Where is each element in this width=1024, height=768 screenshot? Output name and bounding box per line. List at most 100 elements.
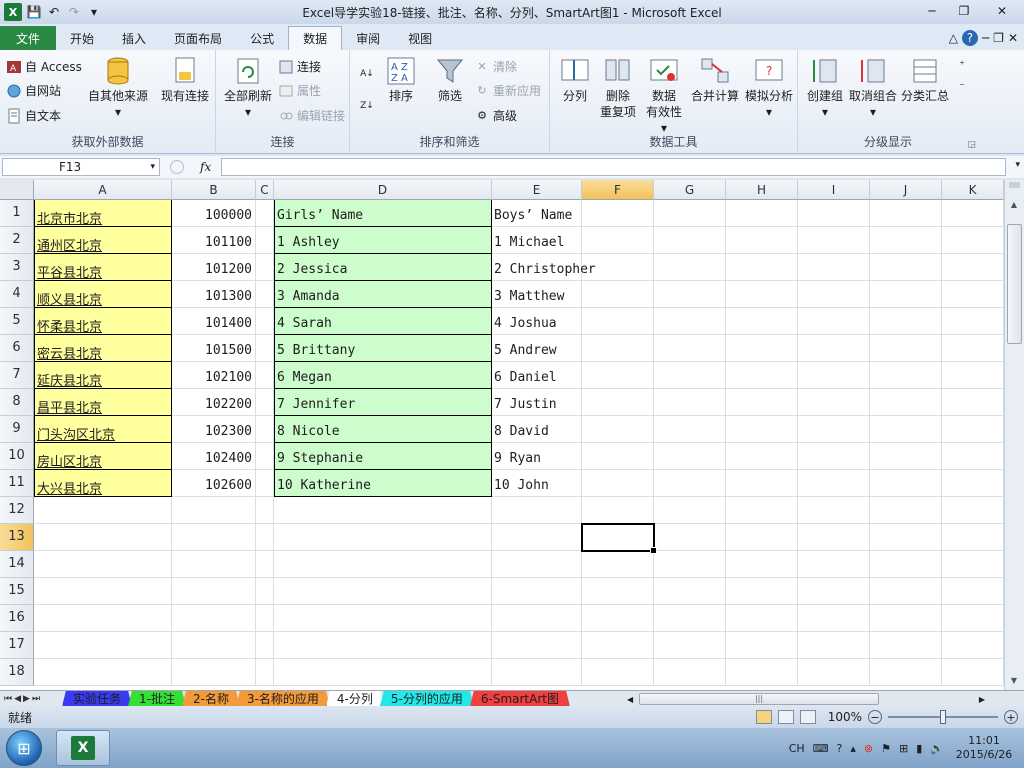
grid-cell[interactable] xyxy=(726,416,798,443)
sheet-tab-2[interactable]: 1-批注 xyxy=(128,691,186,707)
grid-cell[interactable] xyxy=(654,416,726,443)
grid-cell[interactable] xyxy=(798,335,870,362)
grid-cell[interactable] xyxy=(942,254,1004,281)
grid-cell[interactable] xyxy=(726,470,798,497)
column-header-E[interactable]: E xyxy=(492,180,582,200)
grid-cell[interactable] xyxy=(492,605,582,632)
row-header-6[interactable]: 6 xyxy=(0,335,34,362)
filter-button[interactable]: 筛选 xyxy=(430,56,470,104)
grid-cell[interactable] xyxy=(256,281,274,308)
grid-cell[interactable] xyxy=(654,524,726,551)
cell-B2[interactable]: 101100 xyxy=(172,227,256,254)
grid-cell[interactable] xyxy=(256,470,274,497)
connections-button[interactable]: 连接 xyxy=(278,58,321,75)
grid-cell[interactable] xyxy=(870,497,942,524)
vertical-scrollbar[interactable]: ▲ ▼ xyxy=(1004,180,1024,690)
row-header-14[interactable]: 14 xyxy=(0,551,34,578)
column-header-J[interactable]: J xyxy=(870,180,942,200)
cell-D11[interactable]: 10 Katherine xyxy=(274,470,492,497)
windows-flag-icon[interactable]: ⊞ xyxy=(899,742,908,755)
grid-cell[interactable] xyxy=(256,524,274,551)
grid-cell[interactable] xyxy=(726,335,798,362)
grid-cell[interactable] xyxy=(942,497,1004,524)
grid-cell[interactable] xyxy=(654,659,726,686)
grid-cell[interactable] xyxy=(582,362,654,389)
first-sheet-icon[interactable]: ⏮ xyxy=(4,694,12,704)
grid-cell[interactable] xyxy=(654,200,726,227)
grid-cell[interactable] xyxy=(172,659,256,686)
grid-cell[interactable] xyxy=(582,470,654,497)
cell-E1[interactable]: Boys’ Name xyxy=(492,200,582,227)
grid-cell[interactable] xyxy=(654,497,726,524)
ungroup-button[interactable]: 取消组合 ▾ xyxy=(848,56,898,120)
cell-D6[interactable]: 5 Brittany xyxy=(274,335,492,362)
grid-cell[interactable] xyxy=(726,362,798,389)
grid-cell[interactable] xyxy=(798,281,870,308)
zoom-slider-thumb[interactable] xyxy=(940,710,946,724)
group-button[interactable]: 创建组 ▾ xyxy=(802,56,848,120)
grid-cell[interactable] xyxy=(582,443,654,470)
grid-cell[interactable] xyxy=(942,659,1004,686)
row-header-5[interactable]: 5 xyxy=(0,308,34,335)
grid-cell[interactable] xyxy=(942,551,1004,578)
grid-cell[interactable] xyxy=(582,308,654,335)
cell-B3[interactable]: 101200 xyxy=(172,254,256,281)
grid-cell[interactable] xyxy=(654,605,726,632)
grid-cell[interactable] xyxy=(942,605,1004,632)
sort-descending-button[interactable]: Z↓ xyxy=(358,98,376,114)
grid-cell[interactable] xyxy=(798,659,870,686)
consolidate-button[interactable]: 合并计算 xyxy=(690,56,740,104)
from-text-button[interactable]: 自文本 xyxy=(6,107,61,124)
grid-cell[interactable] xyxy=(172,605,256,632)
input-language[interactable]: CH xyxy=(789,742,805,755)
grid-cell[interactable] xyxy=(582,659,654,686)
row-header-12[interactable]: 12 xyxy=(0,497,34,524)
close-button[interactable]: ✕ xyxy=(980,0,1024,22)
collapse-ribbon-icon[interactable]: △ xyxy=(949,31,958,45)
cell-B11[interactable]: 102600 xyxy=(172,470,256,497)
grid-cell[interactable] xyxy=(870,254,942,281)
cell-B10[interactable]: 102400 xyxy=(172,443,256,470)
horizontal-scrollbar[interactable]: ◀ ||| ▶ xyxy=(625,691,1005,707)
maximize-button[interactable]: ❐ xyxy=(948,0,980,22)
column-header-G[interactable]: G xyxy=(654,180,726,200)
grid-cell[interactable] xyxy=(798,497,870,524)
split-handle[interactable] xyxy=(1009,182,1020,188)
cell-A6[interactable]: 密云县北京 xyxy=(34,335,172,362)
grid-cell[interactable] xyxy=(582,227,654,254)
cell-B5[interactable]: 101400 xyxy=(172,308,256,335)
ime-help-icon[interactable]: ? xyxy=(837,742,843,755)
security-alert-icon[interactable]: ⊗ xyxy=(864,742,873,755)
sheet-tab-5[interactable]: 4-分列 xyxy=(326,691,384,707)
column-header-D[interactable]: D xyxy=(274,180,492,200)
advanced-filter-button[interactable]: ⚙ 高级 xyxy=(474,107,517,124)
grid-cell[interactable] xyxy=(492,524,582,551)
grid-cell[interactable] xyxy=(654,281,726,308)
zoom-slider[interactable] xyxy=(888,710,998,724)
grid-cell[interactable] xyxy=(654,470,726,497)
grid-cell[interactable] xyxy=(654,308,726,335)
scroll-left-icon[interactable]: ◀ xyxy=(627,695,633,704)
grid-cell[interactable] xyxy=(172,497,256,524)
grid-cell[interactable] xyxy=(492,659,582,686)
row-header-15[interactable]: 15 xyxy=(0,578,34,605)
sort-button[interactable]: A ZZ A 排序 xyxy=(382,56,420,104)
row-header-8[interactable]: 8 xyxy=(0,389,34,416)
grid-cell[interactable] xyxy=(798,389,870,416)
grid-cell[interactable] xyxy=(172,551,256,578)
grid-cell[interactable] xyxy=(798,470,870,497)
grid-cell[interactable] xyxy=(870,551,942,578)
grid-cell[interactable] xyxy=(798,227,870,254)
grid-cell[interactable] xyxy=(582,497,654,524)
grid-cell[interactable] xyxy=(942,362,1004,389)
grid-cell[interactable] xyxy=(274,524,492,551)
workbook-close-button[interactable]: ✕ xyxy=(1008,31,1018,45)
grid-cell[interactable] xyxy=(34,551,172,578)
grid-cell[interactable] xyxy=(492,632,582,659)
sheet-tab-1[interactable]: 实验任务 xyxy=(62,691,132,707)
cell-E6[interactable]: 5 Andrew xyxy=(492,335,582,362)
grid-cell[interactable] xyxy=(256,605,274,632)
grid-cell[interactable] xyxy=(256,632,274,659)
hide-detail-button[interactable]: ⁻ xyxy=(954,78,970,94)
grid-cell[interactable] xyxy=(870,605,942,632)
